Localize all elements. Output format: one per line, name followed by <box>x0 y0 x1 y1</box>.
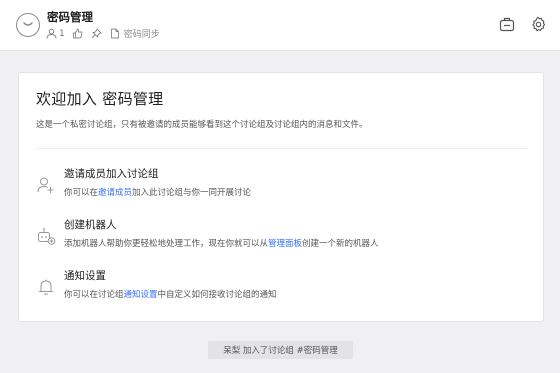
settings-button[interactable] <box>529 15 547 33</box>
invite-members-link[interactable]: 邀请成员 <box>98 188 132 198</box>
create-bot-title: 创建机器人 <box>64 219 117 231</box>
notification-settings-title: 通知设置 <box>64 270 106 282</box>
thumbs-up-icon[interactable] <box>72 28 83 39</box>
welcome-title: 欢迎加入 密码管理 <box>36 90 164 108</box>
gear-icon <box>532 16 546 32</box>
desc-text: 中自定义如何接收讨论组的通知 <box>157 290 277 300</box>
briefcase-button[interactable] <box>498 15 516 33</box>
divider <box>36 148 527 149</box>
welcome-description: 这是一个私密讨论组，只有被邀请的成员能够看到这个讨论组及讨论组内的消息和文件。 <box>36 120 368 130</box>
desc-text: 添加机器人帮助你更轻松地处理工作，现在你就可以从 <box>64 239 269 249</box>
notification-settings-desc: 你可以在讨论组通知设置中自定义如何接收讨论组的通知 <box>64 288 277 300</box>
create-bot-item: 创建机器人 添加机器人帮助你更轻松地处理工作，现在你就可以从管理面板创建一个新的… <box>19 217 545 257</box>
header-meta: 1 密码同步 <box>46 27 160 40</box>
create-bot-desc: 添加机器人帮助你更轻松地处理工作，现在你就可以从管理面板创建一个新的机器人 <box>64 237 379 249</box>
notification-settings-link[interactable]: 通知设置 <box>124 290 158 300</box>
invite-members-title: 邀请成员加入讨论组 <box>64 168 159 180</box>
notification-settings-item: 通知设置 你可以在讨论组通知设置中自定义如何接收讨论组的通知 <box>19 268 545 308</box>
system-message: 呆梨 加入了讨论组 #密码管理 <box>208 341 353 359</box>
chat-header: 密码管理 1 密码同步 <box>0 0 560 51</box>
person-icon[interactable] <box>46 28 57 39</box>
bell-icon <box>36 277 56 297</box>
admin-panel-link[interactable]: 管理面板 <box>268 239 302 249</box>
pin-icon[interactable] <box>91 28 102 39</box>
group-title[interactable]: 密码管理 <box>47 9 93 25</box>
add-bot-icon <box>36 226 56 246</box>
briefcase-icon <box>499 17 515 31</box>
desc-text: 创建一个新的机器人 <box>302 239 379 249</box>
invite-members-desc: 你可以在邀请成员加入此讨论组与你一同开展讨论 <box>64 186 251 198</box>
group-description[interactable]: 密码同步 <box>124 27 160 40</box>
document-icon[interactable] <box>110 28 120 39</box>
welcome-card: 欢迎加入 密码管理 这是一个私密讨论组，只有被邀请的成员能够看到这个讨论组及讨论… <box>18 72 544 322</box>
desc-text: 加入此讨论组与你一同开展讨论 <box>132 188 252 198</box>
chevron-face-icon <box>23 22 33 26</box>
desc-text: 你可以在讨论组 <box>64 290 124 300</box>
invite-members-item: 邀请成员加入讨论组 你可以在邀请成员加入此讨论组与你一同开展讨论 <box>19 166 545 206</box>
desc-text: 你可以在 <box>64 188 99 198</box>
add-person-icon <box>36 175 56 195</box>
group-avatar[interactable] <box>16 13 40 37</box>
member-count[interactable]: 1 <box>59 29 65 39</box>
